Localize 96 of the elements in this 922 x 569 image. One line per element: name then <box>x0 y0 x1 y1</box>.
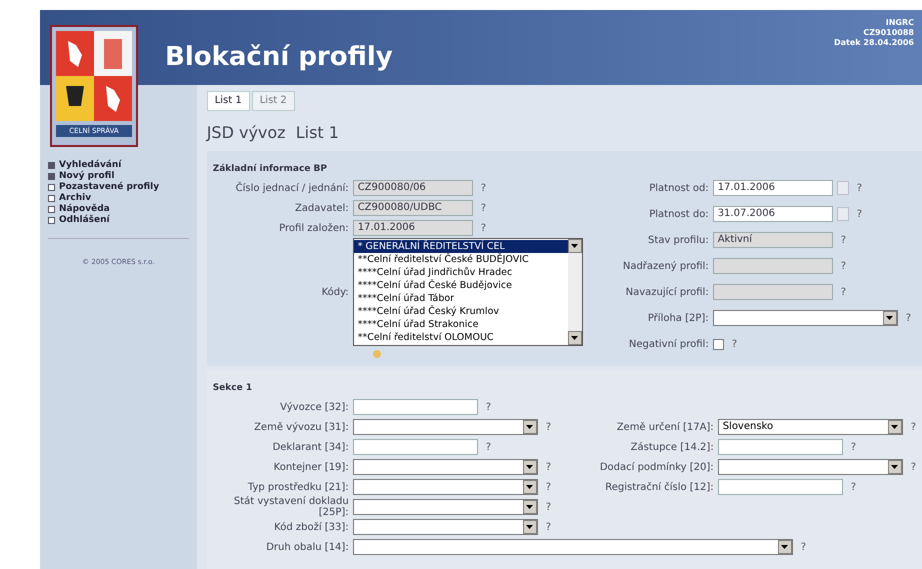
page-heading: JSD vývoz List 1 <box>206 122 340 144</box>
menu-item[interactable]: Pozastavené profily <box>59 182 160 193</box>
help-mark[interactable]: ? <box>480 220 486 236</box>
tab[interactable]: List 2 <box>252 91 295 111</box>
tab[interactable]: List 1 <box>206 91 250 111</box>
user-info: Datek 28.04.2006 <box>834 38 914 48</box>
dropdown-field[interactable] <box>352 459 538 475</box>
dropdown-field[interactable] <box>718 459 903 475</box>
field-label: Zástupce [14.2]: <box>630 442 715 452</box>
dropdown-field[interactable]: Slovensko <box>718 419 903 435</box>
input-field[interactable] <box>718 439 843 455</box>
menu-item[interactable]: Nový profil <box>59 171 114 182</box>
menu-bullet-icon <box>48 206 55 213</box>
section-title: Základní informace BP <box>212 164 328 174</box>
help-mark[interactable]: ? <box>910 420 916 434</box>
help-mark[interactable]: ? <box>546 500 551 514</box>
field-label: Negativní profil: <box>628 338 710 350</box>
section-title: Sekce 1 <box>212 383 252 393</box>
checkbox[interactable] <box>712 338 724 350</box>
field-label: Kódy: <box>320 286 350 298</box>
help-mark[interactable]: ? <box>850 440 856 454</box>
help-mark[interactable]: ? <box>486 440 491 454</box>
field-label: Registrační číslo [12]: <box>604 482 715 492</box>
field-label: Dodací podmínky [20]: <box>598 462 715 472</box>
input-field[interactable] <box>352 399 478 415</box>
list-option[interactable]: **Celní ředitelství OLOMOUC <box>354 331 568 344</box>
list-option[interactable]: * GENERÁLNÍ ŘEDITELSTVÍ CEL <box>354 240 568 253</box>
field-label: Kontejner [19]: <box>272 462 350 472</box>
date-field[interactable]: 31.07.2006 <box>712 206 833 222</box>
help-mark[interactable]: ? <box>856 180 862 196</box>
app-title: Blokační profily <box>165 41 393 74</box>
list-option[interactable]: ****Celní úřad Strakonice <box>354 318 568 331</box>
help-mark[interactable]: ? <box>856 206 862 222</box>
help-mark[interactable]: ? <box>546 520 551 534</box>
field-label: Zadavatel: <box>294 202 350 214</box>
help-mark[interactable]: ? <box>480 200 486 216</box>
menu-item[interactable]: Archiv <box>59 193 92 204</box>
field-label: Stát vystavení dokladu [25P]: <box>232 496 350 518</box>
date-field[interactable]: 17.01.2006 <box>712 180 833 196</box>
help-mark[interactable]: ? <box>546 420 551 434</box>
field-label: Příloha [2P]: <box>646 312 710 324</box>
dropdown-field[interactable] <box>352 419 538 435</box>
menu-item[interactable]: Odhlášení <box>59 215 110 226</box>
help-mark[interactable]: ? <box>546 460 551 474</box>
field-label: Země určení [17A]: <box>616 422 715 432</box>
field-label: Platnost od: <box>648 182 710 194</box>
scrollbar[interactable] <box>568 239 582 345</box>
help-mark[interactable]: ? <box>486 400 491 414</box>
field-label: Číslo jednací / jednání: <box>234 182 350 194</box>
dropdown-field[interactable] <box>352 519 538 535</box>
help-mark[interactable]: ? <box>546 480 551 494</box>
user-info: INGRC <box>886 18 914 28</box>
menu-item[interactable]: Vyhledávání <box>59 160 122 171</box>
user-info: CZ9010088 <box>863 28 914 38</box>
field-label: Země vývozu [31]: <box>253 422 350 432</box>
field-label: Typ prostředku [21]: <box>246 482 350 492</box>
help-mark[interactable]: ? <box>840 258 846 274</box>
list-option[interactable]: ****Celní úřad Jindřichův Hradec <box>354 266 568 279</box>
list-option[interactable]: ****Celní úřad Tábor <box>354 292 568 305</box>
readonly-field: CZ900080/UDBC <box>352 200 473 216</box>
readonly-field: CZ900080/06 <box>352 180 473 196</box>
menu-bullet-icon <box>48 162 55 169</box>
menu-bullet-icon <box>48 217 55 224</box>
list-option[interactable]: ****Celní úřad České Budějovice <box>354 279 568 292</box>
dropdown-field[interactable] <box>352 499 538 515</box>
field-label: Nadřazený profil: <box>622 260 710 272</box>
field-label: Druh obalu [14]: <box>265 542 350 552</box>
help-mark[interactable]: ? <box>732 336 737 352</box>
field-label: Stav profilu: <box>647 234 710 246</box>
menu-bullet-icon <box>48 184 55 191</box>
listbox[interactable] <box>352 238 583 346</box>
list-option[interactable]: **Celní ředitelství České BUDĚJOVIC <box>354 253 568 266</box>
readonly-field: 17.01.2006 <box>352 220 473 236</box>
menu-bullet-icon <box>48 173 55 180</box>
field-label: Kód zboží [33]: <box>273 522 350 532</box>
field-label: Vývozce [32]: <box>279 402 350 412</box>
menu-bullet-icon <box>48 195 55 202</box>
dropdown-field[interactable] <box>712 310 898 326</box>
help-mark[interactable]: ? <box>480 180 486 196</box>
dropdown-field[interactable] <box>352 539 793 555</box>
menu-item[interactable]: Nápověda <box>59 204 110 215</box>
field-label: Navazující profil: <box>624 286 710 298</box>
help-mark[interactable]: ? <box>800 540 806 554</box>
help-mark[interactable]: ? <box>840 232 846 248</box>
help-mark[interactable]: ? <box>850 480 856 494</box>
field-label: Profil založen: <box>278 222 350 234</box>
dropdown-field[interactable] <box>352 479 538 495</box>
input-field[interactable] <box>718 479 843 495</box>
input-field[interactable] <box>352 439 478 455</box>
list-option[interactable]: ****Celní úřad Český Krumlov <box>354 305 568 318</box>
field-label: Deklarant [34]: <box>272 442 350 452</box>
help-mark[interactable]: ? <box>906 310 911 326</box>
help-mark[interactable]: ? <box>840 284 846 300</box>
readonly-field: Aktivní <box>712 232 833 248</box>
help-mark[interactable]: ? <box>910 460 916 474</box>
field-label: Platnost do: <box>648 208 710 220</box>
